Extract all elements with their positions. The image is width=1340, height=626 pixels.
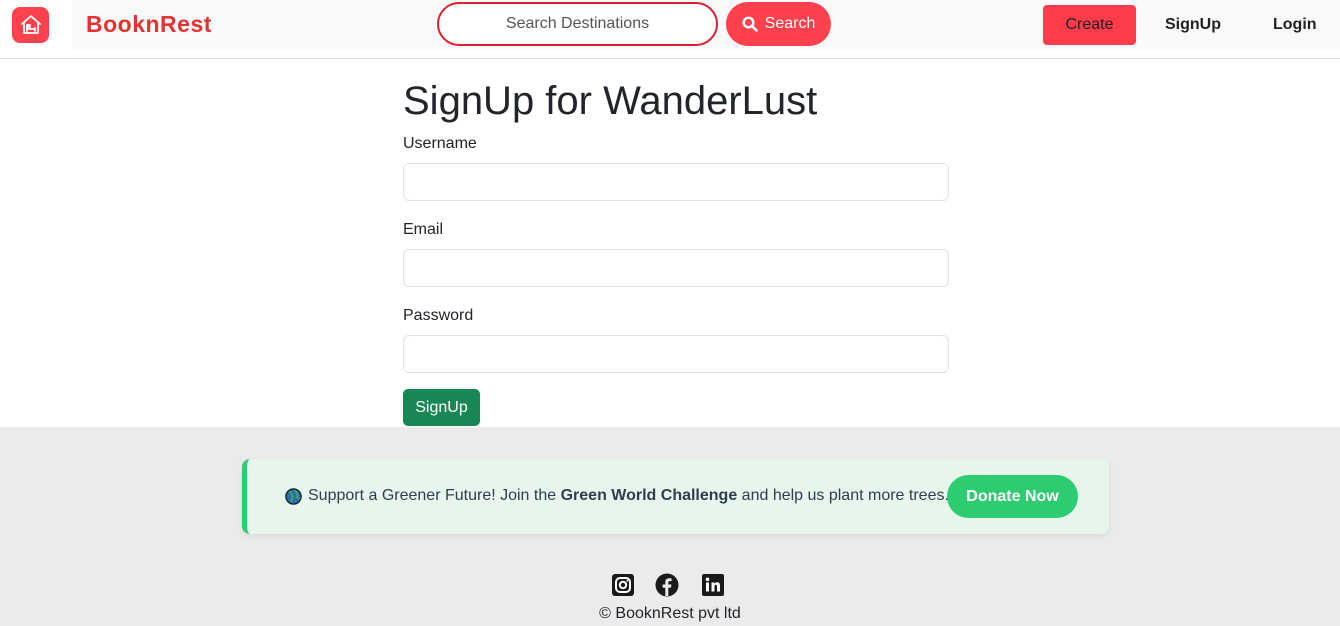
banner-text-bold: Green World Challenge bbox=[560, 487, 738, 504]
search-input[interactable] bbox=[437, 2, 718, 46]
banner-text-before: Support a Greener Future! Join the bbox=[308, 487, 557, 504]
search-button[interactable]: Search bbox=[726, 2, 831, 46]
green-challenge-banner: Support a Greener Future! Join the Green… bbox=[242, 459, 1109, 534]
banner-text-after: and help us plant more trees. bbox=[741, 487, 949, 504]
password-input[interactable] bbox=[403, 335, 949, 373]
brand-name[interactable]: BooknRest bbox=[86, 11, 212, 38]
password-label: Password bbox=[403, 307, 474, 324]
social-links bbox=[611, 573, 731, 597]
signup-submit-button[interactable]: SignUp bbox=[403, 389, 480, 426]
banner-text: Support a Greener Future! Join the Green… bbox=[285, 487, 949, 505]
nav-login-link[interactable]: Login bbox=[1273, 16, 1317, 34]
create-button[interactable]: Create bbox=[1043, 5, 1136, 45]
search-icon bbox=[742, 16, 758, 32]
email-input[interactable] bbox=[403, 249, 949, 287]
username-label: Username bbox=[403, 135, 477, 152]
username-input[interactable] bbox=[403, 163, 949, 201]
copyright-text: © BooknRest pvt ltd bbox=[599, 605, 741, 622]
home-logo-icon[interactable] bbox=[12, 7, 49, 43]
nav-signup-link[interactable]: SignUp bbox=[1165, 16, 1221, 34]
donate-now-button[interactable]: Donate Now bbox=[947, 475, 1078, 518]
linkedin-icon[interactable] bbox=[701, 573, 725, 597]
navbar: BooknRest Search Create SignUp Login bbox=[0, 0, 1340, 59]
globe-icon bbox=[285, 487, 302, 505]
page-title: SignUp for WanderLust bbox=[403, 79, 818, 123]
facebook-icon[interactable] bbox=[655, 573, 679, 597]
instagram-icon[interactable] bbox=[611, 573, 635, 597]
email-label: Email bbox=[403, 221, 444, 238]
search-button-label: Search bbox=[764, 15, 816, 32]
footer: Support a Greener Future! Join the Green… bbox=[0, 427, 1340, 626]
signup-form: SignUp for WanderLust Username Email Pas… bbox=[403, 78, 949, 426]
